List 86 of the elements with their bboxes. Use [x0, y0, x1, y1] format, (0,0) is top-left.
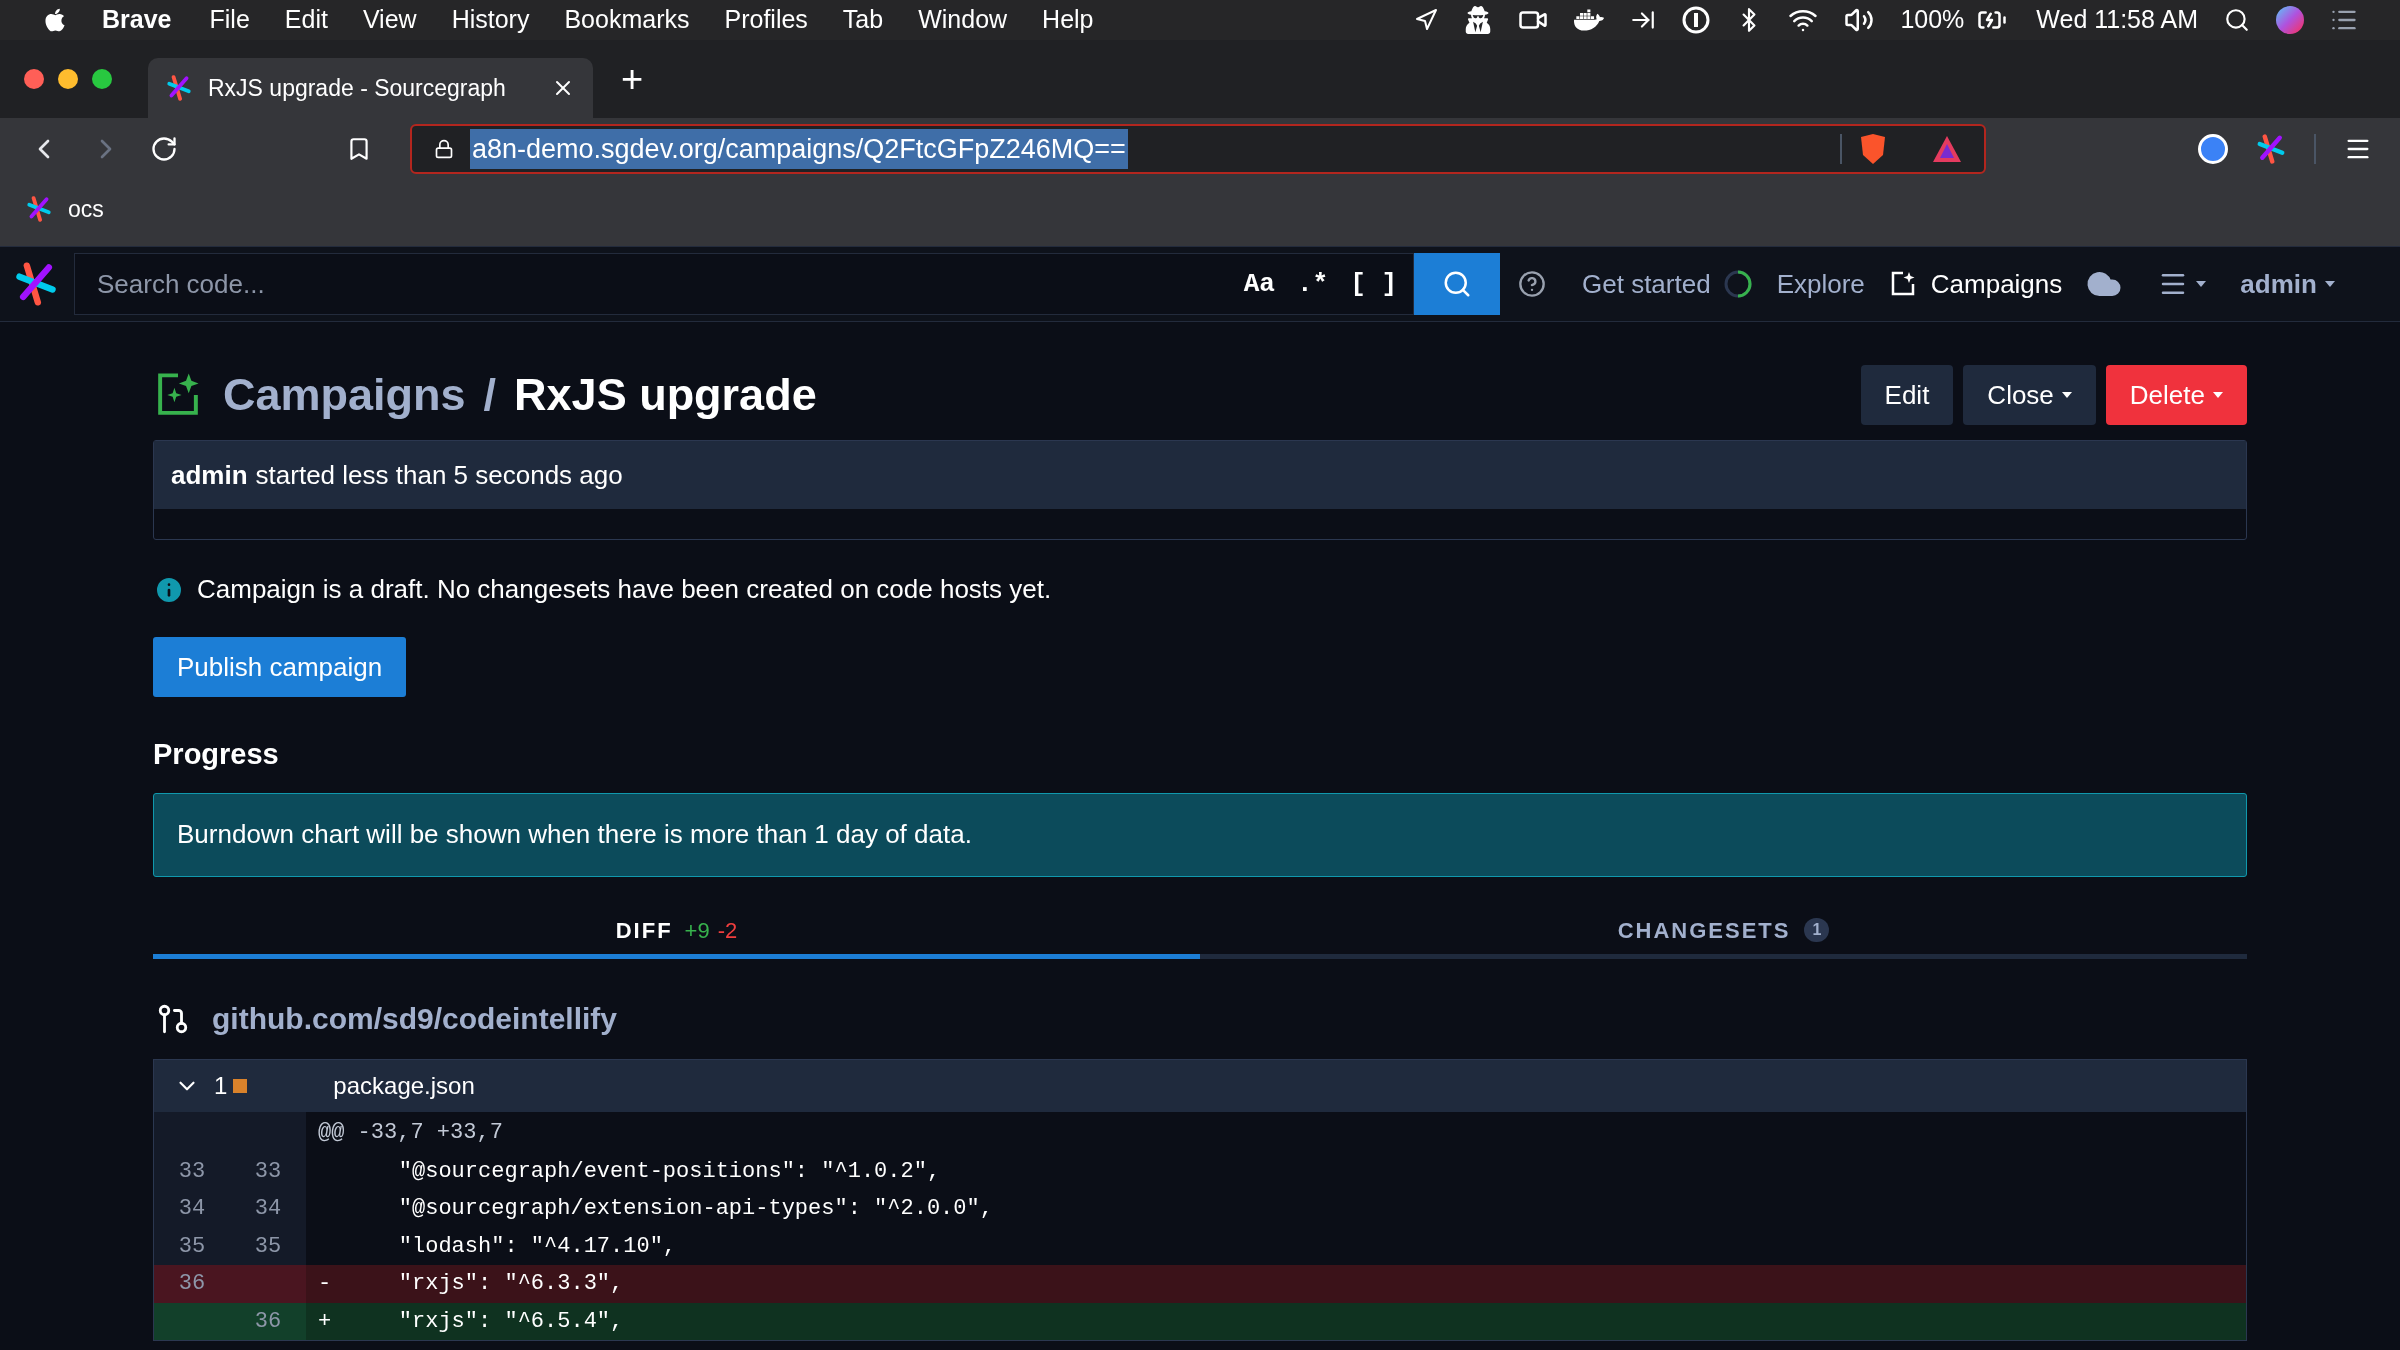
- code-line: "@sourcegraph/event-positions": "^1.0.2",: [397, 1157, 941, 1186]
- code-line: "rxjs": "^6.5.4",: [397, 1307, 624, 1336]
- location-icon[interactable]: [1414, 8, 1439, 32]
- bookmark-item[interactable]: ocs: [26, 192, 104, 227]
- file-name: package.json: [333, 1070, 475, 1101]
- triangle-icon[interactable]: [1932, 135, 1962, 163]
- tab-title: RxJS upgrade - Sourcegraph: [208, 73, 507, 103]
- nav-link[interactable]: Campaigns: [1930, 264, 2063, 304]
- banner-text: started less than 5 seconds ago: [255, 458, 623, 492]
- siri-icon[interactable]: [2276, 6, 2304, 34]
- search-icon: [1442, 269, 1472, 299]
- action-button[interactable]: Delete: [2105, 365, 2247, 425]
- menu-item[interactable]: Tab: [842, 1, 884, 39]
- caret-icon: [2324, 281, 2335, 287]
- publish-button[interactable]: Publish campaign: [153, 637, 407, 697]
- code-line: "rxjs": "^6.3.3",: [397, 1270, 624, 1299]
- line-number: 34: [177, 1195, 207, 1224]
- password-icon[interactable]: [1682, 6, 1711, 34]
- modified-square-icon: [233, 1078, 248, 1093]
- reload-icon[interactable]: [150, 135, 178, 163]
- logo-icon: [2256, 134, 2286, 164]
- breadcrumb-link[interactable]: Campaigns: [223, 361, 466, 429]
- line-number: 36: [253, 1307, 283, 1336]
- line-number: 33: [177, 1157, 207, 1186]
- page-title: RxJS upgrade: [514, 368, 817, 423]
- menu-item[interactable]: Bookmarks: [564, 1, 690, 39]
- tab[interactable]: CHANGESETS 1: [1200, 906, 2247, 959]
- url-text: a8n-demo.sgdev.org/campaigns/Q2FtcGFpZ246MQ==: [470, 128, 1128, 170]
- user-menu[interactable]: admin: [2240, 264, 2335, 304]
- search-field[interactable]: Search code... Aa .* [ ]: [74, 253, 1414, 315]
- menu-item[interactable]: View: [362, 1, 417, 39]
- logo-icon: [26, 196, 52, 223]
- line-number: 33: [253, 1157, 283, 1186]
- menu-item[interactable]: Profiles: [724, 1, 808, 39]
- address-bar[interactable]: a8n-demo.sgdev.org/campaigns/Q2FtcGFpZ246MQ==: [410, 124, 1986, 174]
- line-number: 36: [177, 1270, 207, 1299]
- menu-item[interactable]: Window: [918, 1, 1008, 39]
- logo-icon: [14, 262, 58, 306]
- app-name[interactable]: Brave: [102, 1, 172, 39]
- help-icon[interactable]: [1518, 270, 1546, 298]
- menu-clock[interactable]: Wed 11:58 AM: [2036, 1, 2198, 39]
- caret-icon: [2196, 281, 2207, 287]
- author-name[interactable]: admin: [171, 455, 248, 495]
- logo-icon: [166, 75, 192, 101]
- diff-sign: +: [317, 1307, 333, 1336]
- search-input[interactable]: Search code...: [97, 264, 1222, 304]
- shield-icon[interactable]: [1858, 133, 1888, 165]
- line-number: 35: [253, 1232, 283, 1261]
- count-badge: 1: [1804, 918, 1830, 942]
- hunk-header: @@ -33,7 +33,7: [317, 1118, 503, 1147]
- search-toggle[interactable]: Aa: [1243, 264, 1275, 304]
- caret-icon: [2213, 392, 2223, 398]
- action-button[interactable]: Edit: [1860, 365, 1954, 425]
- browser-tab[interactable]: RxJS upgrade - Sourcegraph: [148, 58, 593, 118]
- menu-item[interactable]: History: [451, 1, 530, 39]
- added-count: +9: [684, 916, 710, 945]
- search-button[interactable]: [1414, 253, 1500, 315]
- code-line: "lodash": "^4.17.10",: [397, 1232, 677, 1261]
- menu-item[interactable]: File: [209, 1, 250, 39]
- code-line: "@sourcegraph/extension-api-types": "^2.0.0",: [397, 1195, 993, 1224]
- lock-icon: [434, 139, 454, 159]
- change-count: 1: [214, 1070, 228, 1101]
- section-heading: Progress: [153, 737, 280, 772]
- search-icon[interactable]: [2224, 7, 2250, 33]
- incognito-icon[interactable]: [1464, 6, 1493, 34]
- search-toggle[interactable]: .*: [1296, 264, 1329, 304]
- menu-item[interactable]: Help: [1042, 1, 1094, 39]
- nav-link[interactable]: Get started: [1582, 264, 1711, 304]
- nav-link[interactable]: Explore: [1776, 264, 1865, 304]
- menu-item[interactable]: Edit: [284, 1, 328, 39]
- line-number: 34: [253, 1195, 283, 1224]
- info-text: Campaign is a draft. No changesets have been created on code hosts yet.: [197, 573, 1052, 606]
- diff-sign: -: [317, 1270, 333, 1299]
- file-header[interactable]: 1 package.json: [154, 1059, 2246, 1112]
- removed-count: -2: [717, 916, 738, 945]
- progress-ring-icon: [1722, 269, 1753, 299]
- breadcrumb-separator: /: [483, 368, 497, 423]
- search-toggle[interactable]: [ ]: [1350, 264, 1397, 304]
- action-button[interactable]: Close: [1963, 365, 2096, 425]
- battery-percent: 100%: [1900, 4, 1965, 36]
- line-number: 35: [177, 1232, 207, 1261]
- caret-icon: [2061, 392, 2072, 398]
- new-tab-button[interactable]: +: [621, 50, 644, 108]
- alert-text: Burndown chart will be shown when there is more than 1 day of data.: [177, 818, 972, 851]
- tab[interactable]: DIFF +9 -2: [153, 906, 1200, 959]
- repo-link[interactable]: github.com/sd9/codeintellify: [212, 996, 618, 1041]
